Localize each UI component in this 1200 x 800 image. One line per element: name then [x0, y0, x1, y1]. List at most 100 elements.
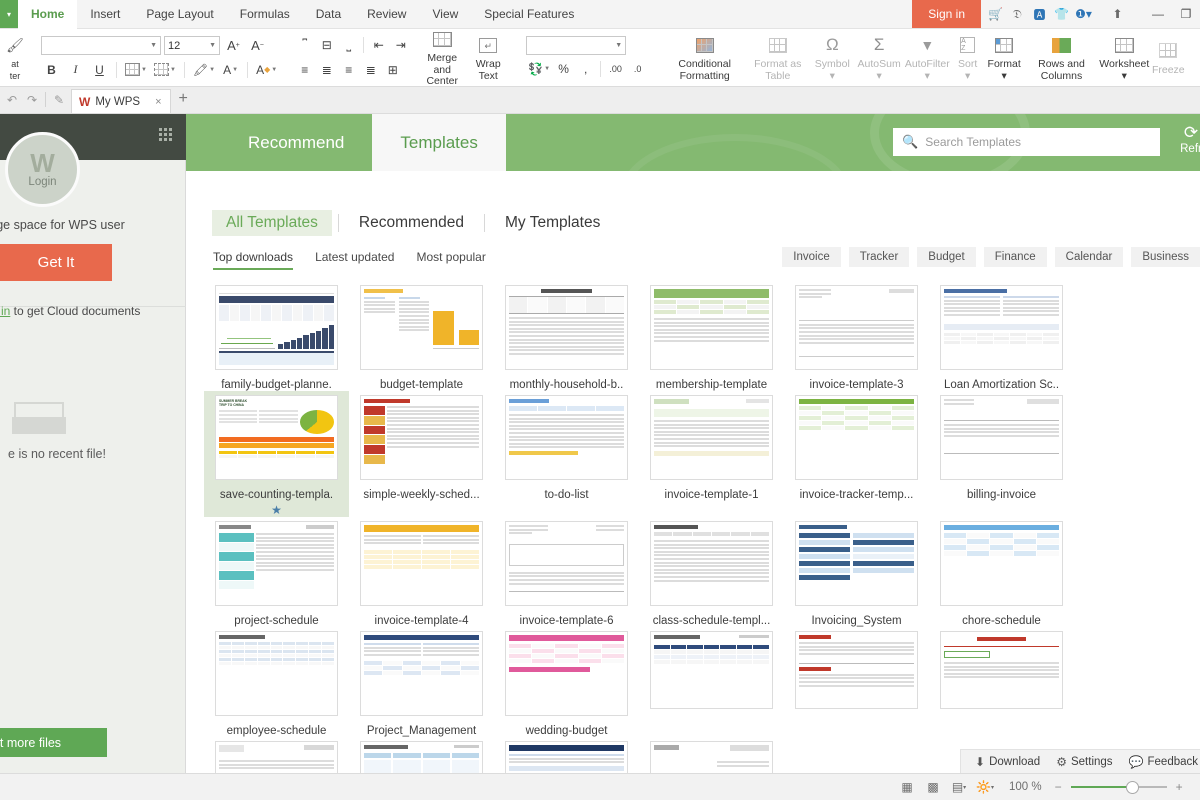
filter-my-templates[interactable]: My Templates — [491, 210, 614, 236]
cart-icon[interactable]: 🛒 — [986, 5, 1005, 24]
app-grid-icon[interactable] — [159, 128, 172, 141]
bold-button[interactable]: B — [41, 59, 62, 80]
template-card[interactable] — [929, 627, 1074, 737]
fill-color-button[interactable]: 🖍 ▼ — [191, 59, 217, 80]
normal-view-icon[interactable]: ▦ — [895, 777, 919, 797]
template-card[interactable] — [784, 627, 929, 737]
italic-button[interactable]: I — [65, 59, 86, 80]
get-it-button[interactable]: Get It — [0, 244, 112, 281]
font-color-button[interactable]: A ▼ — [220, 59, 241, 80]
shirt-icon[interactable]: 👕 — [1052, 5, 1071, 24]
underline-button[interactable]: U — [89, 59, 110, 80]
increase-indent-button[interactable]: ⇥ — [390, 35, 411, 56]
format-painter-button[interactable]: 🖌 at ter — [2, 33, 28, 82]
autofilter-button[interactable]: ▼ AutoFilter ▾ — [903, 31, 952, 84]
ribbon-collapse-caret[interactable]: ▾ — [0, 0, 18, 28]
highlight-button[interactable]: A ◆ ▼ — [254, 59, 279, 80]
category-calendar[interactable]: Calendar — [1054, 247, 1124, 267]
cell-style-button[interactable]: ▼ — [152, 59, 178, 80]
template-card-selected[interactable]: SUMMER BREAK TRIP TO CHINA save-counting… — [204, 391, 349, 517]
zoom-out-button[interactable]: − — [1052, 780, 1065, 794]
comma-style-button[interactable]: , — [575, 59, 596, 80]
get-more-files-button[interactable]: + Get more files — [0, 728, 107, 757]
template-card[interactable] — [349, 737, 494, 773]
conditional-formatting-button[interactable]: Conditional Formatting — [663, 31, 746, 84]
template-card[interactable]: class-schedule-templ... — [639, 517, 784, 627]
find-and-replace-button[interactable]: 🔍 Find and Replace — [1186, 31, 1200, 84]
ribbon-tab-insert[interactable]: Insert — [77, 0, 133, 28]
template-card[interactable] — [639, 627, 784, 737]
autosum-button[interactable]: Σ AutoSum ▾ — [855, 31, 903, 84]
template-card[interactable]: invoice-template-1 — [639, 391, 784, 517]
template-card[interactable]: wedding-budget — [494, 627, 639, 737]
ribbon-tab-view[interactable]: View — [419, 0, 471, 28]
sidebar-signin-link[interactable]: Sign in — [0, 304, 10, 318]
template-card[interactable]: invoice-template-6 — [494, 517, 639, 627]
template-card[interactable]: chore-schedule — [929, 517, 1074, 627]
format-as-table-button[interactable]: Format as Table — [746, 31, 809, 84]
font-name-input[interactable]: ▼ — [41, 36, 161, 55]
align-bottom-button[interactable]: ⎵ — [338, 35, 359, 56]
feedback-button[interactable]: 💬 Feedback — [1121, 755, 1200, 769]
align-right-button[interactable]: ≡ — [338, 60, 359, 81]
sort-button[interactable]: AZ Sort ▾ — [952, 31, 984, 84]
ribbon-tab-data[interactable]: Data — [303, 0, 354, 28]
ribbon-tab-formulas[interactable]: Formulas — [227, 0, 303, 28]
template-card[interactable]: billing-invoice — [929, 391, 1074, 517]
format-button[interactable]: Format ▾ — [984, 31, 1025, 84]
template-card[interactable] — [494, 737, 639, 773]
avatar[interactable]: W Login — [5, 132, 80, 207]
template-card[interactable] — [204, 737, 349, 773]
reading-mode-icon[interactable]: 🔆 ▾ — [973, 777, 997, 797]
align-left-button[interactable]: ≡ — [294, 60, 315, 81]
ribbon-tab-special-features[interactable]: Special Features — [471, 0, 587, 28]
align-middle-button[interactable]: ⊟ — [316, 35, 337, 56]
page-layout-view-icon[interactable]: ▩ — [921, 777, 945, 797]
template-card[interactable] — [639, 737, 784, 773]
decrease-font-size-button[interactable]: A − — [247, 35, 268, 56]
zoom-in-button[interactable]: + — [1173, 780, 1186, 794]
sort-latest-updated[interactable]: Latest updated — [315, 250, 394, 270]
upload-icon[interactable]: ⬆ — [1108, 5, 1127, 24]
undo-icon[interactable]: ↶ — [2, 93, 22, 107]
ribbon-tab-page-layout[interactable]: Page Layout — [133, 0, 226, 28]
star-icon[interactable]: ★ — [271, 503, 282, 517]
close-tab-icon[interactable]: × — [145, 96, 161, 108]
search-input[interactable]: Search Templates — [925, 135, 1021, 149]
percent-style-button[interactable]: % — [553, 59, 574, 80]
redo-icon[interactable]: ↷ — [22, 93, 42, 107]
sort-most-popular[interactable]: Most popular — [416, 250, 485, 270]
refresh-button[interactable]: ⟳ Refr — [1160, 124, 1200, 155]
template-card[interactable]: simple-weekly-sched... — [349, 391, 494, 517]
minimize-icon[interactable]: — — [1144, 0, 1172, 29]
currency-format-button[interactable]: 💱 ▼ — [526, 59, 552, 80]
ribbon-tab-home[interactable]: Home — [18, 0, 78, 29]
rows-and-columns-button[interactable]: Rows and Columns — [1025, 31, 1099, 84]
new-tab-icon[interactable]: + — [171, 90, 196, 110]
template-card[interactable]: Loan Amortization Sc.. — [929, 281, 1074, 391]
restore-icon[interactable]: ❐ — [1172, 0, 1200, 29]
download-button[interactable]: ⬇ Download — [967, 755, 1048, 769]
category-finance[interactable]: Finance — [983, 247, 1047, 267]
zoom-slider[interactable] — [1070, 780, 1167, 794]
freeze-button[interactable]: Freeze — [1150, 37, 1186, 79]
align-top-button[interactable]: ⎴ — [294, 35, 315, 56]
increase-decimal-button[interactable]: .00 — [605, 59, 626, 80]
sign-in-button[interactable]: Sign in — [912, 0, 981, 28]
borders-button[interactable]: ▼ — [123, 59, 149, 80]
number-format-select[interactable]: ▼ — [526, 35, 627, 55]
worksheet-button[interactable]: Worksheet ▾ — [1098, 31, 1150, 84]
template-card[interactable]: employee-schedule — [204, 627, 349, 737]
template-card[interactable]: invoice-tracker-temp... — [784, 391, 929, 517]
sort-top-downloads[interactable]: Top downloads — [213, 250, 294, 270]
wrap-text-button[interactable]: ↵ Wrap Text — [465, 31, 511, 84]
ribbon-tab-review[interactable]: Review — [354, 0, 419, 28]
dollar-icon[interactable]: 𝔇 — [1008, 5, 1027, 24]
filter-recommended[interactable]: Recommended — [345, 210, 478, 236]
decrease-decimal-button[interactable]: .0 — [627, 59, 648, 80]
category-invoice[interactable]: Invoice — [782, 247, 841, 267]
tab-templates[interactable]: Templates — [372, 114, 506, 171]
decrease-indent-button[interactable]: ⇤ — [368, 35, 389, 56]
search-templates-box[interactable]: 🔍 Search Templates — [893, 128, 1160, 156]
merge-and-center-button[interactable]: Merge and Center — [419, 29, 465, 86]
